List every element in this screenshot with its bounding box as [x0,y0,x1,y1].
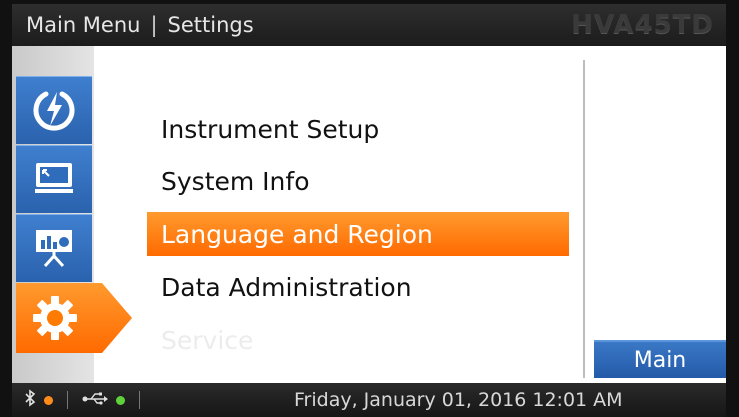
status-separator [139,391,140,409]
power-bolt-icon [31,86,77,136]
monitor-icon [31,158,77,202]
menu-item-language-and-region[interactable]: Language and Region [147,212,569,256]
presentation-chart-icon [31,224,77,274]
panel-divider [583,60,585,378]
sidebar-item-display[interactable] [16,145,92,213]
settings-screen: Instrument Setup System Info Language an… [12,46,726,383]
title-bar: Main Menu | Settings HVA45TD [12,4,726,46]
usb-status-dot [116,395,125,405]
page-title: Settings [167,13,254,37]
status-bar: Friday, January 01, 2016 12:01 AM [12,383,726,417]
status-separator [67,391,68,409]
gear-icon [30,293,80,347]
main-button[interactable]: Main [594,340,726,378]
menu-item-system-info[interactable]: System Info [147,159,569,203]
model-name: HVA45TD [571,10,714,40]
bluetooth-status-dot [44,395,53,405]
datetime-display: Friday, January 01, 2016 12:01 AM [294,389,623,411]
menu-item-service: Service [161,325,254,355]
sidebar-item-settings[interactable] [16,283,134,353]
menu-item-instrument-setup[interactable]: Instrument Setup [147,107,569,151]
breadcrumb-root[interactable]: Main Menu [26,13,140,37]
sidebar-item-reports[interactable] [16,214,92,282]
sidebar-item-power[interactable] [16,76,92,144]
menu-item-data-administration[interactable]: Data Administration [147,265,569,309]
breadcrumb-separator: | [150,13,158,37]
usb-icon [82,389,108,411]
bluetooth-icon [24,388,36,412]
